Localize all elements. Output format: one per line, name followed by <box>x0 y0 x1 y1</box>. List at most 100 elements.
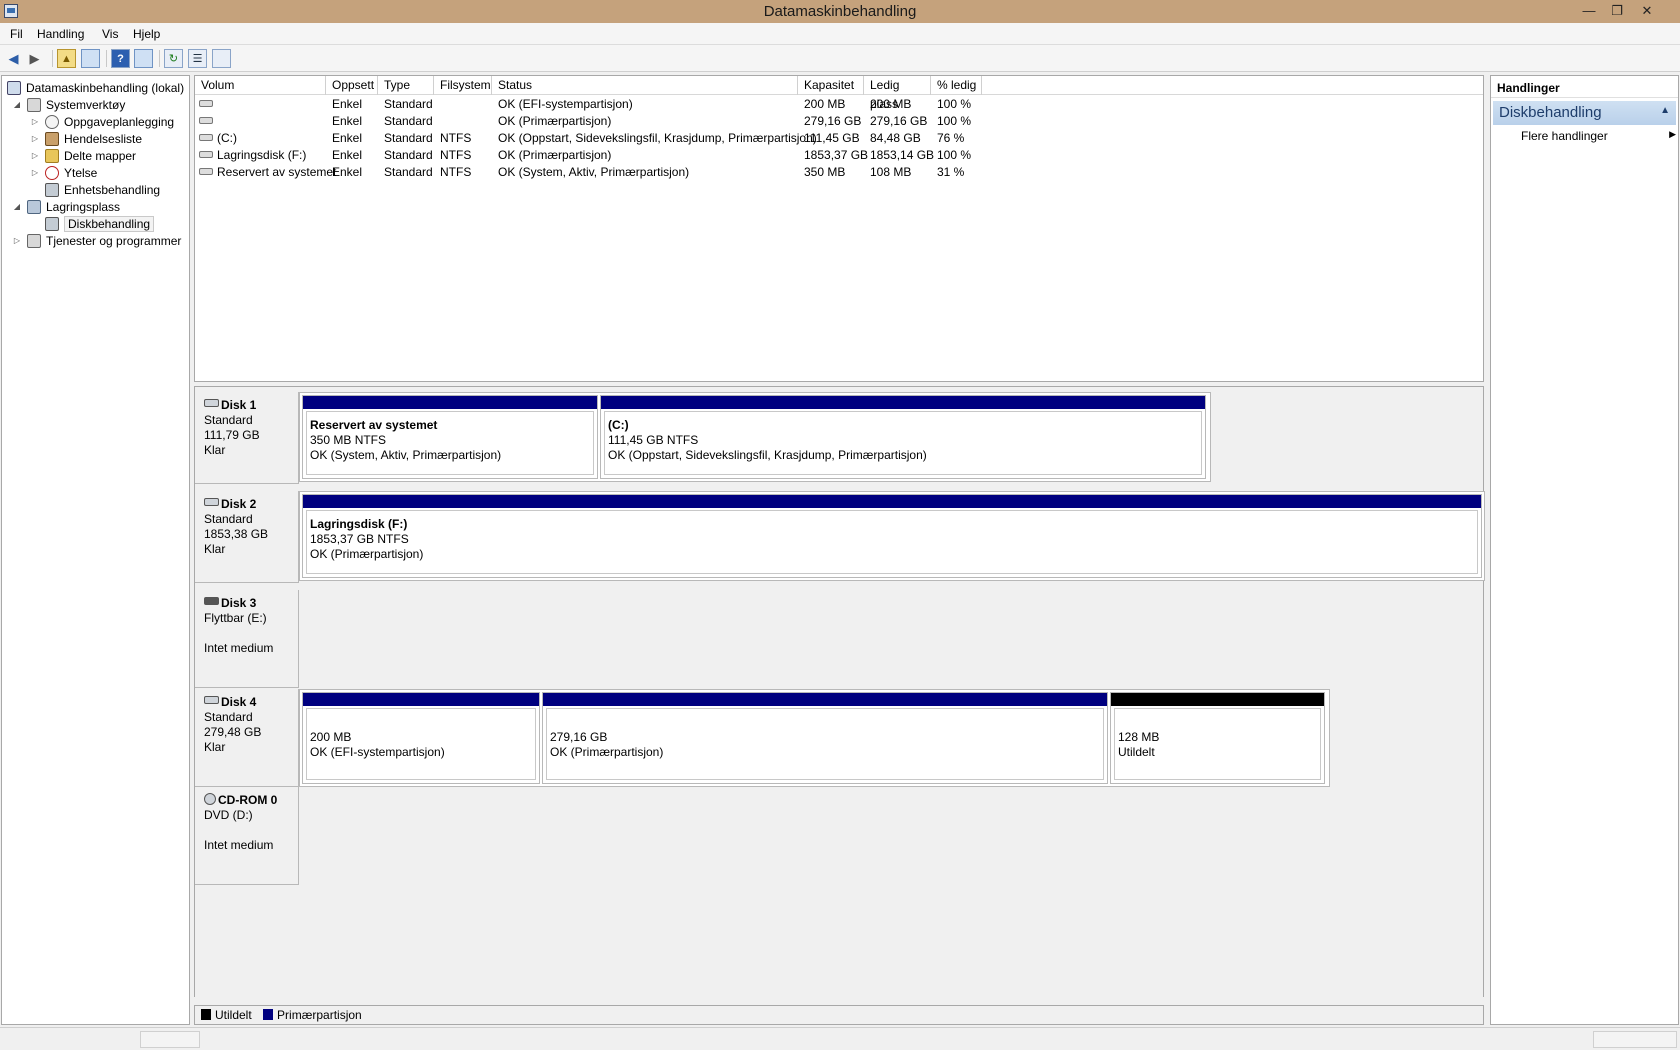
tree-item-disk-management[interactable]: Diskbehandling <box>45 215 155 233</box>
menu-bar: Fil Handling Vis Hjelp <box>0 23 1680 45</box>
disk-label-disk-3[interactable]: Disk 3 Flyttbar (E:) Intet medium <box>195 590 299 688</box>
primary-partition-bar <box>543 693 1107 706</box>
menu-help[interactable]: Hjelp <box>133 27 160 41</box>
system-tools-icon <box>27 98 41 112</box>
toolbar-separator <box>106 50 107 67</box>
expand-arrow-icon[interactable]: ▷ <box>29 113 41 131</box>
unallocated-swatch <box>201 1009 211 1020</box>
back-arrow-icon[interactable]: ◀ <box>4 49 23 68</box>
disk-label-disk-1[interactable]: Disk 1 Standard 111,79 GB Klar <box>195 392 299 484</box>
partition-system-reserved[interactable]: Reservert av systemet 350 MB NTFS OK (Sy… <box>302 395 598 479</box>
table-row[interactable]: Enkel Standard OK (Primærpartisjon) 279,… <box>195 113 1483 130</box>
window-title: Datamaskinbehandling <box>763 3 917 20</box>
disk-row-disk-3: Disk 3 Flyttbar (E:) Intet medium <box>195 590 1485 688</box>
clock-icon <box>45 115 59 129</box>
device-manager-icon <box>45 183 59 197</box>
table-row[interactable]: (C:) Enkel Standard NTFS OK (Oppstart, S… <box>195 130 1483 147</box>
tree-item-system-tools[interactable]: ◢ Systemverktøy <box>14 96 125 114</box>
expand-arrow-icon[interactable]: ▷ <box>29 130 41 148</box>
status-segment <box>1593 1031 1677 1048</box>
disk-label-cdrom-0[interactable]: CD-ROM 0 DVD (D:) Intet medium <box>195 787 299 885</box>
hard-disk-icon <box>204 498 219 506</box>
disk-graphical-view: Disk 1 Standard 111,79 GB Klar Reservert… <box>194 387 1485 997</box>
partition-primary-279gb[interactable]: 279,16 GB OK (Primærpartisjon) <box>542 692 1108 784</box>
close-button[interactable]: ✕ <box>1634 1 1660 21</box>
primary-partition-bar <box>303 396 597 409</box>
collapse-up-icon[interactable]: ▲ <box>1660 105 1670 116</box>
status-bar <box>0 1027 1680 1050</box>
tree-item-event-viewer[interactable]: ▷ Hendelsesliste <box>32 130 142 148</box>
tree-item-performance[interactable]: ▷ Ytelse <box>32 164 97 182</box>
help-icon[interactable]: ? <box>111 49 130 68</box>
shared-folder-icon <box>45 149 59 163</box>
column-header-type[interactable]: Type <box>378 76 434 95</box>
tree-item-device-manager[interactable]: Enhetsbehandling <box>45 181 160 199</box>
up-folder-icon[interactable]: ▲ <box>57 49 76 68</box>
expand-arrow-icon[interactable]: ▷ <box>29 164 41 182</box>
disk-row-disk-2: Disk 2 Standard 1853,38 GB Klar Lagrings… <box>195 491 1485 583</box>
disk-management-icon <box>45 217 59 231</box>
storage-icon <box>27 200 41 214</box>
column-header-layout[interactable]: Oppsett <box>326 76 378 95</box>
navigation-tree: Datamaskinbehandling (lokal) ◢ Systemver… <box>1 75 190 1025</box>
tree-item-services[interactable]: ▷ Tjenester og programmer <box>14 232 181 250</box>
column-header-capacity[interactable]: Kapasitet <box>798 76 864 95</box>
performance-icon <box>45 166 59 180</box>
refresh-icon[interactable]: ↻ <box>164 49 183 68</box>
table-row[interactable]: Lagringsdisk (F:) Enkel Standard NTFS OK… <box>195 147 1483 164</box>
column-header-percent-free[interactable]: % ledig <box>931 76 982 95</box>
show-hide-action-pane-icon[interactable] <box>134 49 153 68</box>
disk-label-disk-2[interactable]: Disk 2 Standard 1853,38 GB Klar <box>195 491 299 583</box>
disk-row-disk-1: Disk 1 Standard 111,79 GB Klar Reservert… <box>195 392 1485 484</box>
partition-unallocated[interactable]: 128 MB Utildelt <box>1110 692 1325 784</box>
disk-label-disk-4[interactable]: Disk 4 Standard 279,48 GB Klar <box>195 689 299 787</box>
disk-row-disk-4: Disk 4 Standard 279,48 GB Klar 200 MB OK… <box>195 689 1485 787</box>
actions-section-disk-management[interactable]: Diskbehandling ▲ <box>1493 101 1676 125</box>
table-row[interactable]: Enkel Standard OK (EFI-systempartisjon) … <box>195 96 1483 113</box>
actions-pane: Handlinger Diskbehandling ▲ Flere handli… <box>1490 75 1679 1025</box>
forward-arrow-icon[interactable]: ▶ <box>25 49 44 68</box>
restore-button[interactable]: ❐ <box>1604 1 1630 21</box>
menu-view[interactable]: Vis <box>102 27 118 41</box>
column-header-status[interactable]: Status <box>492 76 798 95</box>
column-header-volume[interactable]: Volum <box>195 76 326 95</box>
partition-f-drive[interactable]: Lagringsdisk (F:) 1853,37 GB NTFS OK (Pr… <box>302 494 1482 578</box>
volume-icon <box>199 117 213 124</box>
volume-icon <box>199 100 213 107</box>
primary-partition-bar <box>303 495 1481 508</box>
expand-arrow-icon[interactable]: ▷ <box>11 232 23 250</box>
status-segment <box>140 1031 200 1048</box>
volume-list-header: Volum Oppsett Type Filsystem Status Kapa… <box>195 76 1483 111</box>
tree-item-root[interactable]: Datamaskinbehandling (lokal) <box>7 79 184 97</box>
actions-splitter[interactable] <box>1485 75 1489 1025</box>
menu-file[interactable]: Fil <box>10 27 23 41</box>
more-actions-item[interactable]: Flere handlinger ▶ <box>1521 129 1676 143</box>
volume-list: Volum Oppsett Type Filsystem Status Kapa… <box>194 75 1484 382</box>
submenu-arrow-icon: ▶ <box>1669 129 1676 139</box>
properties-icon[interactable]: ☰ <box>188 49 207 68</box>
column-header-free-space[interactable]: Ledig plass <box>864 76 931 111</box>
tree-item-shared-folders[interactable]: ▷ Delte mapper <box>32 147 136 165</box>
menu-action[interactable]: Handling <box>37 27 84 41</box>
settings-icon[interactable] <box>212 49 231 68</box>
partition-c-drive[interactable]: (C:) 111,45 GB NTFS OK (Oppstart, Sideve… <box>600 395 1206 479</box>
tree-item-storage[interactable]: ◢ Lagringsplass <box>14 198 120 216</box>
disk-4-partitions: 200 MB OK (EFI-systempartisjon) 279,16 G… <box>299 689 1330 787</box>
hard-disk-icon <box>204 696 219 704</box>
column-header-filesystem[interactable]: Filsystem <box>434 76 492 95</box>
legend-unallocated: Utildelt <box>201 1008 252 1022</box>
unallocated-bar <box>1111 693 1324 706</box>
title-bar: Datamaskinbehandling — ❐ ✕ <box>0 0 1680 23</box>
expand-arrow-icon[interactable]: ▷ <box>29 147 41 165</box>
tree-item-task-scheduler[interactable]: ▷ Oppgaveplanlegging <box>32 113 174 131</box>
partition-efi[interactable]: 200 MB OK (EFI-systempartisjon) <box>302 692 540 784</box>
show-hide-tree-icon[interactable] <box>81 49 100 68</box>
minimize-button[interactable]: — <box>1576 1 1602 21</box>
disk-row-cdrom-0: CD-ROM 0 DVD (D:) Intet medium <box>195 787 1485 885</box>
primary-swatch <box>263 1009 274 1020</box>
toolbar-separator <box>159 50 160 67</box>
volume-icon <box>199 134 213 141</box>
collapse-arrow-icon[interactable]: ◢ <box>11 96 23 114</box>
table-row[interactable]: Reservert av systemet Enkel Standard NTF… <box>195 164 1483 181</box>
collapse-arrow-icon[interactable]: ◢ <box>11 198 23 216</box>
